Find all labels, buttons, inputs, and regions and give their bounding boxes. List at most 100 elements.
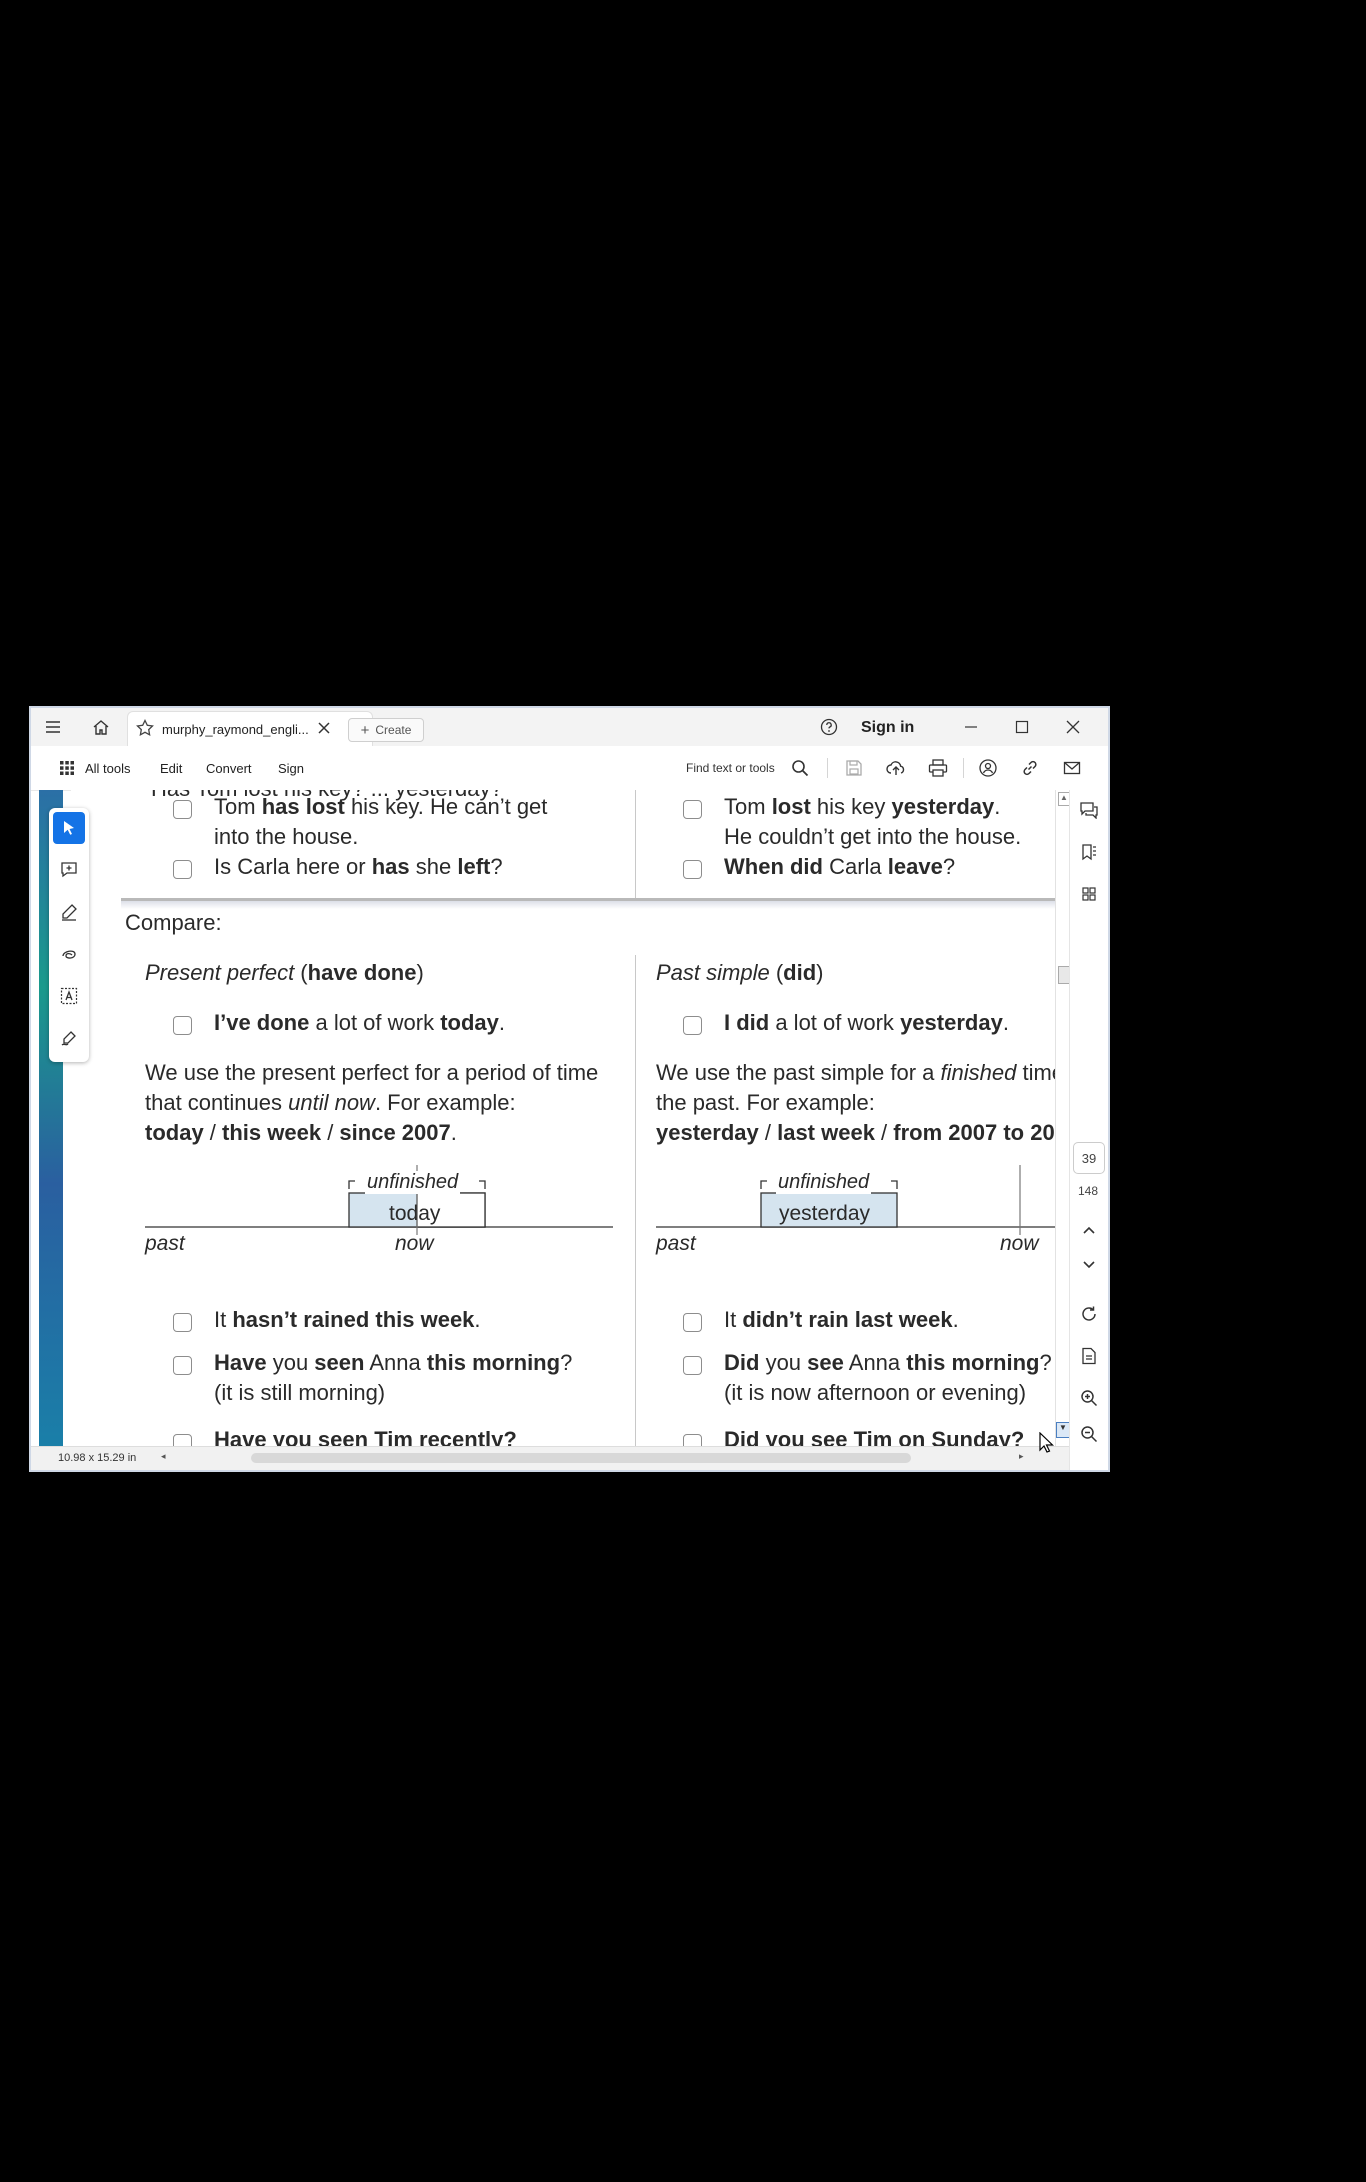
star-icon[interactable] bbox=[134, 709, 156, 747]
create-label: Create bbox=[375, 723, 412, 737]
next-page-icon[interactable] bbox=[1077, 1253, 1101, 1277]
select-tool-icon[interactable] bbox=[53, 812, 85, 844]
save-icon[interactable] bbox=[842, 756, 866, 780]
example-checkbox bbox=[683, 1016, 702, 1035]
page-display-icon[interactable] bbox=[1077, 1344, 1101, 1368]
now-label: now bbox=[1000, 1232, 1039, 1255]
example-text: It hasn’t rained this week. bbox=[214, 1307, 481, 1332]
link-icon[interactable] bbox=[1018, 756, 1042, 780]
cut-off-example: Did you see Tim on Sunday? bbox=[724, 1427, 1025, 1446]
previous-page-icon[interactable] bbox=[1077, 1218, 1101, 1242]
toolbar-divider bbox=[827, 758, 828, 778]
sign-tool-icon[interactable] bbox=[53, 1022, 85, 1054]
example-text: Did you see Anna this morning? bbox=[724, 1350, 1052, 1375]
tab-title: murphy_raymond_engli... bbox=[162, 722, 309, 737]
all-tools-menu[interactable]: All tools bbox=[85, 761, 131, 776]
toolbar-divider bbox=[963, 758, 964, 778]
example-text: I’ve done a lot of work today. bbox=[214, 1010, 506, 1035]
zoom-in-icon[interactable] bbox=[1077, 1386, 1101, 1410]
example-text: into the house. bbox=[214, 824, 359, 849]
example-checkbox bbox=[173, 1016, 192, 1035]
sign-menu[interactable]: Sign bbox=[278, 761, 304, 776]
right-side-panel: 39 148 bbox=[1069, 790, 1108, 1470]
text-box-icon[interactable] bbox=[53, 980, 85, 1012]
scroll-down-arrow-icon[interactable]: ▼ bbox=[1056, 1422, 1069, 1438]
explanation-text: the past. For example: bbox=[656, 1090, 875, 1115]
page-size-label: 10.98 x 15.29 in bbox=[58, 1452, 137, 1464]
explanation-text: today / this week / since 2007. bbox=[145, 1120, 457, 1145]
pdf-page-view[interactable]: Has Tom lost his key? ... yesterday? Tom… bbox=[71, 790, 1069, 1446]
explanation-text: yesterday / last week / from 2007 to 201… bbox=[656, 1120, 1069, 1145]
left-tool-rail bbox=[49, 808, 89, 1062]
sign-in-button[interactable]: Sign in bbox=[861, 719, 914, 737]
current-page-input[interactable]: 39 bbox=[1073, 1142, 1105, 1174]
example-note: (it is now afternoon or evening) bbox=[724, 1380, 1027, 1405]
bookmarks-panel-icon[interactable] bbox=[1077, 840, 1101, 864]
maximize-icon[interactable] bbox=[1010, 708, 1034, 746]
all-tools-grid-icon[interactable] bbox=[55, 756, 79, 780]
zoom-out-icon[interactable] bbox=[1077, 1422, 1101, 1446]
column-divider bbox=[635, 955, 636, 1446]
vertical-scrollbar[interactable]: ▲ ▼ bbox=[1055, 790, 1069, 1446]
freehand-draw-icon[interactable] bbox=[53, 938, 85, 970]
present-perfect-heading: Present perfect (have done) bbox=[145, 960, 424, 985]
edit-menu[interactable]: Edit bbox=[160, 761, 182, 776]
mouse-cursor-icon bbox=[1039, 1432, 1054, 1453]
create-button[interactable]: + Create bbox=[348, 718, 424, 742]
scroll-up-arrow-icon[interactable]: ▲ bbox=[1058, 792, 1069, 806]
unfinished-label: unfinished bbox=[365, 1171, 461, 1194]
example-text: I did a lot of work yesterday. bbox=[724, 1010, 1009, 1035]
scroll-left-arrow-icon[interactable]: ◂ bbox=[161, 1451, 166, 1462]
hamburger-menu-icon[interactable] bbox=[39, 708, 67, 746]
total-pages: 148 bbox=[1077, 1184, 1099, 1198]
convert-menu[interactable]: Convert bbox=[206, 761, 252, 776]
print-icon[interactable] bbox=[926, 756, 950, 780]
search-icon[interactable] bbox=[788, 756, 812, 780]
example-checkbox bbox=[683, 1313, 702, 1332]
example-checkbox bbox=[173, 800, 192, 819]
column-divider bbox=[635, 790, 636, 900]
today-box-label: today bbox=[389, 1202, 441, 1225]
comments-panel-icon[interactable] bbox=[1077, 798, 1101, 822]
home-icon[interactable] bbox=[87, 708, 115, 746]
document-tab[interactable]: murphy_raymond_engli... bbox=[127, 711, 373, 747]
upload-cloud-icon[interactable] bbox=[884, 756, 908, 780]
scroll-right-arrow-icon[interactable]: ▸ bbox=[1019, 1451, 1024, 1462]
cut-off-example: Have you seen Tim recently? bbox=[214, 1427, 517, 1446]
example-text: Tom has lost his key. He can’t get bbox=[214, 794, 548, 819]
example-text: He couldn’t get into the house. bbox=[724, 824, 1022, 849]
close-tab-icon[interactable] bbox=[314, 709, 334, 747]
status-bar: 10.98 x 15.29 in ◂ ▸ bbox=[31, 1446, 1069, 1470]
find-text-or-tools[interactable]: Find text or tools bbox=[686, 761, 775, 775]
help-icon[interactable] bbox=[817, 708, 841, 746]
example-checkbox bbox=[173, 1434, 192, 1446]
example-text: Have you seen Anna this morning? bbox=[214, 1350, 573, 1375]
close-window-icon[interactable] bbox=[1061, 708, 1085, 746]
highlight-pen-icon[interactable] bbox=[53, 896, 85, 928]
example-checkbox bbox=[683, 800, 702, 819]
past-label: past bbox=[145, 1232, 185, 1255]
share-user-icon[interactable] bbox=[976, 756, 1000, 780]
horizontal-scroll-thumb[interactable] bbox=[251, 1453, 911, 1463]
example-checkbox bbox=[173, 1356, 192, 1375]
example-checkbox bbox=[173, 860, 192, 879]
thumbnails-panel-icon[interactable] bbox=[1077, 882, 1101, 906]
add-comment-icon[interactable] bbox=[53, 854, 85, 886]
yesterday-box-label: yesterday bbox=[779, 1202, 871, 1225]
scroll-thumb[interactable] bbox=[1058, 966, 1069, 984]
plus-icon: + bbox=[360, 721, 370, 739]
compare-heading: Compare: bbox=[125, 910, 222, 935]
acrobat-window: murphy_raymond_engli... + Create Sign in… bbox=[31, 708, 1108, 1470]
example-text: When did Carla leave? bbox=[724, 854, 956, 879]
rotate-icon[interactable] bbox=[1077, 1302, 1101, 1326]
explanation-text: that continues until now. For example: bbox=[145, 1090, 516, 1115]
past-label: past bbox=[656, 1232, 696, 1255]
box-shadow bbox=[121, 901, 1069, 909]
explanation-text: We use the present perfect for a period … bbox=[145, 1060, 599, 1085]
top-toolbar: All tools Edit Convert Sign Find text or… bbox=[31, 746, 1108, 791]
example-note: (it is still morning) bbox=[214, 1380, 386, 1405]
explanation-text: We use the past simple for a finished ti… bbox=[656, 1060, 1069, 1085]
minimize-icon[interactable] bbox=[959, 708, 983, 746]
email-icon[interactable] bbox=[1060, 756, 1084, 780]
example-checkbox bbox=[173, 1313, 192, 1332]
